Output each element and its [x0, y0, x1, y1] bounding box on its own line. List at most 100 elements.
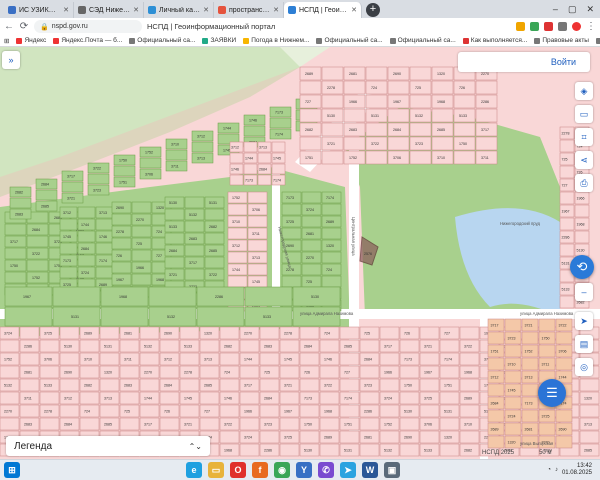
bookmark-item[interactable]: Правовые акты — [534, 37, 589, 44]
pink-parcel — [199, 417, 220, 431]
close-tab-icon[interactable]: ✕ — [273, 6, 279, 14]
url-field[interactable]: 🔒 nspd.gov.ru — [34, 20, 142, 33]
pink-parcel — [247, 215, 268, 228]
green-parcel — [321, 203, 342, 216]
telegram-app-icon[interactable]: ➤ — [340, 462, 356, 478]
bookmark-item[interactable]: Официальный са... — [316, 37, 383, 44]
reload-icon[interactable]: ⟳ — [19, 21, 29, 32]
map-canvas[interactable]: 2682 2683 2684 2685 3717 3721 3722 3723 1750 1751… — [0, 47, 600, 459]
chat-assistant-icon[interactable]: ☰ — [538, 379, 566, 407]
green-parcel — [111, 213, 132, 226]
adblock-icon[interactable] — [544, 22, 553, 31]
chrome-app-icon[interactable]: ◉ — [274, 462, 290, 478]
viber-app-icon[interactable]: ✆ — [318, 462, 334, 478]
pink-parcel — [279, 365, 300, 379]
browser-tab[interactable]: ИС УЗИКОМНО 2.4.3...✕ — [4, 2, 74, 18]
edge-app-icon[interactable]: e — [186, 462, 202, 478]
apps-icon[interactable]: ⊞ — [4, 37, 9, 45]
parcel-label: 2270 — [306, 256, 314, 260]
print-icon[interactable]: ⎙ — [575, 174, 593, 192]
maximize-icon[interactable]: ▢ — [568, 4, 577, 15]
pink-parcel — [319, 365, 340, 379]
location-pin-icon[interactable]: ◎ — [575, 358, 593, 376]
back-icon[interactable]: ← — [4, 21, 14, 32]
bookmark-favicon-icon — [16, 37, 23, 44]
browser-tab[interactable]: НСПД | Геоинформ...✕ — [284, 2, 362, 18]
parcel-label: 724 — [156, 230, 162, 234]
zoom-out-icon[interactable]: – — [575, 283, 593, 301]
new-tab-button[interactable]: + — [366, 3, 380, 17]
address-bar: ← ⟳ 🔒 nspd.gov.ru НСПД | Геоинформационн… — [0, 18, 600, 35]
legend-panel[interactable]: Легенда ⌃⌄ — [6, 436, 210, 456]
menu-icon[interactable]: ⋮ — [586, 21, 596, 32]
parcel-label: 2278 — [184, 371, 192, 375]
start-icon[interactable]: ⊞ — [4, 462, 20, 478]
pink-parcel — [299, 430, 320, 444]
bookmark-item[interactable]: Официальный са... — [129, 37, 195, 44]
parcel-label: 1967 — [424, 371, 432, 375]
parcel-label: 2278 — [286, 268, 294, 272]
close-tab-icon[interactable]: ✕ — [133, 6, 139, 14]
bookmark-item[interactable]: Как выполняется... — [462, 37, 527, 44]
pink-parcel — [365, 122, 388, 137]
geolocation-icon[interactable]: ➤ — [575, 312, 593, 330]
minimize-icon[interactable]: – — [553, 4, 558, 15]
expand-panel-button[interactable]: » — [2, 51, 20, 69]
parcel-label: 5133 — [44, 384, 52, 388]
bookmark-item[interactable]: ЗАЯВКИ — [202, 37, 236, 44]
gosuslugi-icon[interactable]: ⟲ — [570, 255, 594, 279]
close-tab-icon[interactable]: ✕ — [203, 6, 209, 14]
monitor-app-icon[interactable]: ▣ — [384, 462, 400, 478]
parcel-label: 5130 — [64, 345, 72, 349]
clock[interactable]: 13:42 01.08.2025 — [562, 463, 592, 477]
firefox-app-icon[interactable]: f — [252, 462, 268, 478]
bookmark-item[interactable]: Официальный са... — [595, 37, 600, 44]
select-area-icon[interactable]: ⌗ — [575, 128, 593, 146]
pink-parcel — [279, 417, 300, 431]
extension-icon[interactable] — [530, 22, 539, 31]
close-tab-icon[interactable]: ✕ — [351, 6, 357, 14]
parcel-label: 2286 — [481, 100, 489, 104]
parcel-label: 1968 — [119, 295, 127, 299]
parcel-label: 5130 — [404, 410, 412, 414]
parcel-label: 1744 — [81, 223, 89, 227]
opera-app-icon[interactable]: O — [230, 462, 246, 478]
parcel-label: 3717 — [10, 240, 18, 244]
profile-avatar[interactable] — [572, 22, 581, 31]
word-app-icon[interactable]: W — [362, 462, 378, 478]
bookmark-item[interactable]: Погода в Нижнем... — [243, 37, 309, 44]
bookmark-star-icon[interactable] — [516, 22, 525, 31]
green-parcel — [301, 239, 322, 252]
volume-icon[interactable]: ♪ — [555, 467, 558, 473]
pink-parcel — [339, 404, 360, 418]
share-icon[interactable]: ⋖ — [575, 151, 593, 169]
browser-tab[interactable]: пространственные д...✕ — [214, 2, 284, 18]
login-button[interactable]: Войти — [458, 52, 590, 72]
parcel-label: 7173 — [275, 111, 283, 115]
downloads-icon[interactable] — [558, 22, 567, 31]
bookmark-item[interactable]: Яндекс — [16, 37, 46, 44]
bookmark-item[interactable]: Официальный са... — [389, 37, 456, 44]
layers-icon[interactable]: ◈ — [575, 82, 593, 100]
parcel-label: 3717 — [244, 384, 252, 388]
explorer-app-icon[interactable]: ▭ — [208, 462, 224, 478]
parcel-label: 1967 — [562, 210, 570, 214]
map-tools-top: ◈ ▭ ⌗ ⋖ ⎙ — [575, 82, 593, 192]
close-tab-icon[interactable]: ✕ — [63, 6, 69, 14]
close-window-icon[interactable]: ✕ — [586, 4, 594, 15]
map-svg[interactable]: 2682 2683 2684 2685 3717 3721 3722 3723 1750 1751… — [0, 47, 600, 459]
pink-parcel — [453, 150, 476, 165]
pink-parcel — [574, 230, 590, 244]
network-icon[interactable]: ◔ — [547, 467, 551, 473]
browser-tab[interactable]: Личный кабинет✕ — [144, 2, 214, 18]
yandex-app-icon[interactable]: Y — [296, 462, 312, 478]
parcel-label: 725 — [124, 410, 130, 414]
basemap-icon[interactable]: ▭ — [575, 105, 593, 123]
pink-parcel — [431, 80, 454, 95]
measure-icon[interactable]: ▤ — [575, 335, 593, 353]
bookmark-item[interactable]: Яндекс.Почта — б... — [53, 37, 122, 44]
browser-tab[interactable]: СЭД Нижегородская...✕ — [74, 2, 144, 18]
parcel-label: 5133 — [263, 315, 271, 319]
parcel-label: 1967 — [284, 410, 292, 414]
pink-parcel — [431, 136, 454, 151]
